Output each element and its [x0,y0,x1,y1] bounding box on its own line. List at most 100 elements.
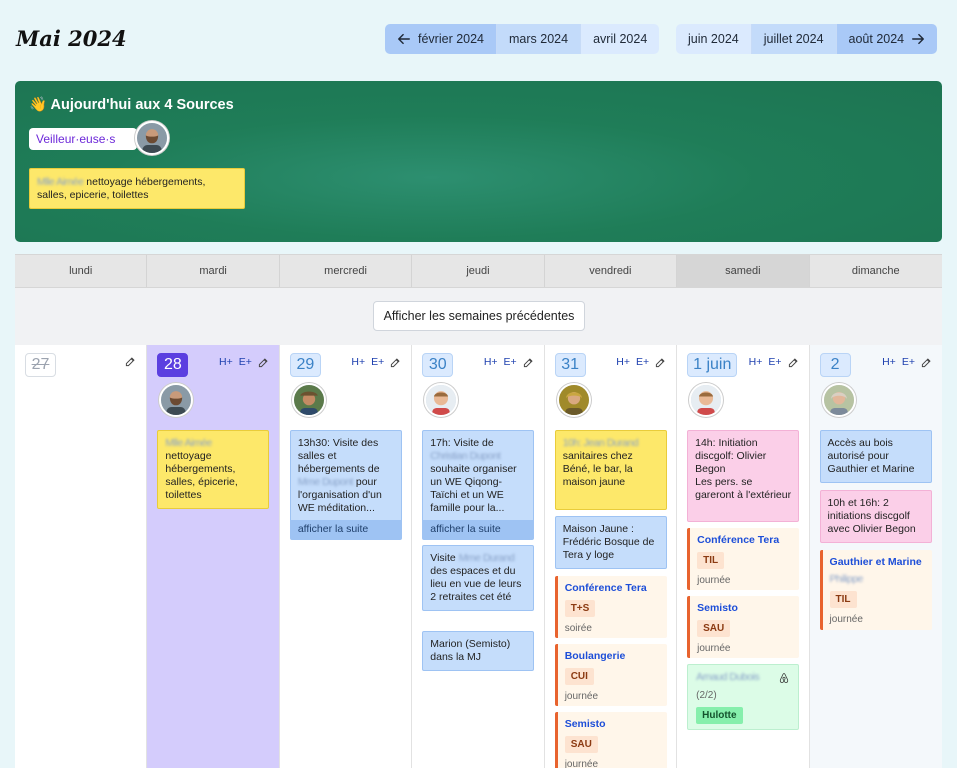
add-e-button[interactable]: E+ [636,356,649,368]
add-h-button[interactable]: H+ [616,356,630,368]
weekday-label: jeudi [412,255,545,287]
status-badge: TIL [697,552,725,569]
edit-icon[interactable] [788,357,799,368]
show-previous-weeks-button[interactable]: Afficher les semaines précédentes [373,301,585,331]
avatar[interactable] [556,383,591,417]
day-column-thu[interactable]: 30 H+ E+ 17h: Visite de Christian Dupont… [412,345,545,768]
edit-icon[interactable] [125,356,136,367]
date-badge: 30 [422,353,454,377]
status-badge: T+S [564,600,596,617]
day-actions: H+ E+ [882,356,932,368]
add-h-button[interactable]: H+ [219,356,233,368]
event-card[interactable]: Semisto SAU journée [687,596,800,658]
today-banner: 👋 Aujourd'hui aux 4 Sources Veilleur·eus… [15,81,942,242]
day-column-tue[interactable]: 28 H+ E+ Mlle Aimée nettoyage hébergemen… [147,345,280,768]
status-badge: SAU [697,620,731,637]
month-button-aug[interactable]: août 2024 [836,24,938,54]
add-h-button[interactable]: H+ [484,356,498,368]
day-column-fri[interactable]: 31 H+ E+ 10h: Jean Durand sanitaires che… [544,345,678,768]
previous-weeks-area: Afficher les semaines précédentes [15,288,942,345]
event-card[interactable]: Marion (Semisto) dans la MJ [422,631,535,671]
date-badge: 2 [819,353,851,377]
avatar[interactable] [689,383,724,417]
status-badge: SAU [564,736,598,753]
day-column-wed[interactable]: 29 H+ E+ 13h30: Visite des salles et héb… [279,345,413,768]
weekday-label: vendredi [545,255,678,287]
day-column-mon[interactable]: 27 [15,345,148,768]
add-e-button[interactable]: E+ [768,356,781,368]
day-column-sat[interactable]: 1 juin H+ E+ 14h: Initiation discgolf: O… [677,345,810,768]
event-card[interactable]: Visite Mme Durand des espaces et du lieu… [422,545,535,611]
event-card[interactable]: 10h: Jean Durand sanitaires chez Béné, l… [554,430,667,510]
next-months-nav: juin 2024 juillet 2024 août 2024 [676,24,938,54]
date-badge: 27 [25,353,56,377]
add-e-button[interactable]: E+ [371,356,384,368]
arrow-right-icon [912,33,925,45]
avatar[interactable] [159,383,194,417]
show-more-link[interactable]: afficher la suite [290,520,401,539]
status-badge: CUI [564,668,594,685]
date-badge: 1 juin [687,353,738,377]
month-button-apr[interactable]: avril 2024 [581,24,660,54]
edit-icon[interactable] [523,357,534,368]
previous-months-nav: février 2024 mars 2024 avril 2024 [385,24,660,54]
day-actions: H+ E+ [749,356,799,368]
banner-title: 👋 Aujourd'hui aux 4 Sources [29,97,234,113]
day-actions: H+ E+ [351,356,401,368]
event-card[interactable]: Accès au bois autorisé pour Gauthier et … [819,430,932,483]
month-button-jul[interactable]: juillet 2024 [751,24,837,54]
airbnb-icon [779,672,789,683]
add-h-button[interactable]: H+ [749,356,763,368]
day-actions: H+ E+ [219,356,269,368]
event-card[interactable]: 13h30: Visite des salles et hébergements… [289,430,402,540]
weekday-label: dimanche [851,265,900,277]
weekday-header: lundi mardi mercredi jeudi vendredi same… [15,254,942,288]
event-card[interactable]: Conférence Tera TIL journée [687,528,800,590]
event-card[interactable]: Gauthier et Marine Philippe TIL journée [819,550,932,630]
event-card[interactable]: Maison Jaune : Frédéric Bosque de Tera y… [554,516,667,569]
event-card[interactable]: 10h et 16h: 2 initiations discgolf avec … [819,490,932,543]
add-e-button[interactable]: E+ [239,356,252,368]
event-card[interactable]: 14h: Initiation discgolf: Olivier Begon … [687,430,800,522]
event-card[interactable]: 17h: Visite de Christian Dupont souhaite… [422,430,535,540]
add-e-button[interactable]: E+ [902,356,915,368]
status-badge: TIL [829,591,857,608]
weekday-label: mardi [147,255,280,287]
avatar[interactable] [291,383,326,417]
watcher-label[interactable]: Veilleur·euse·s [29,128,138,150]
page-title: Mai 2024 [16,26,127,51]
day-column-sun[interactable]: 2 H+ E+ Accès au bois autorisé pour Gaut… [809,345,942,768]
month-button-mar[interactable]: mars 2024 [497,24,582,54]
event-card[interactable]: Semisto SAU journée [554,712,667,768]
month-button-feb[interactable]: février 2024 [385,24,498,54]
add-e-button[interactable]: E+ [504,356,517,368]
date-badge: 28 [157,353,189,377]
day-actions [125,356,136,367]
add-h-button[interactable]: H+ [882,356,896,368]
date-badge: 29 [289,353,321,377]
edit-icon[interactable] [258,357,269,368]
banner-note[interactable]: Mlle Aimée nettoyage hébergements, salle… [29,168,245,209]
event-card[interactable]: Conférence Tera T+S soirée [554,576,667,638]
avatar[interactable] [135,121,169,155]
event-card[interactable]: Mlle Aimée nettoyage hébergements, salle… [157,430,270,509]
day-actions: H+ E+ [484,356,534,368]
week-grid: 27 28 H+ E+ Mlle Aimée nettoyage héberge… [15,345,942,768]
weekday-label: lundi [15,255,148,287]
arrow-left-icon [398,33,410,45]
add-h-button[interactable]: H+ [351,356,365,368]
weekday-label: samedi [677,255,810,287]
day-actions: H+ E+ [616,356,666,368]
show-more-link[interactable]: afficher la suite [423,520,534,539]
status-badge: Hulotte [696,707,743,724]
month-button-jun[interactable]: juin 2024 [676,24,752,54]
date-badge: 31 [554,353,586,377]
avatar[interactable] [821,383,856,417]
avatar[interactable] [424,383,459,417]
booking-card[interactable]: Arnaud Dubois (2/2) Hulotte [687,664,800,730]
weekday-label: mercredi [280,255,413,287]
edit-icon[interactable] [655,357,666,368]
edit-icon[interactable] [921,357,932,368]
edit-icon[interactable] [390,357,401,368]
event-card[interactable]: Boulangerie CUI journée [554,644,667,706]
